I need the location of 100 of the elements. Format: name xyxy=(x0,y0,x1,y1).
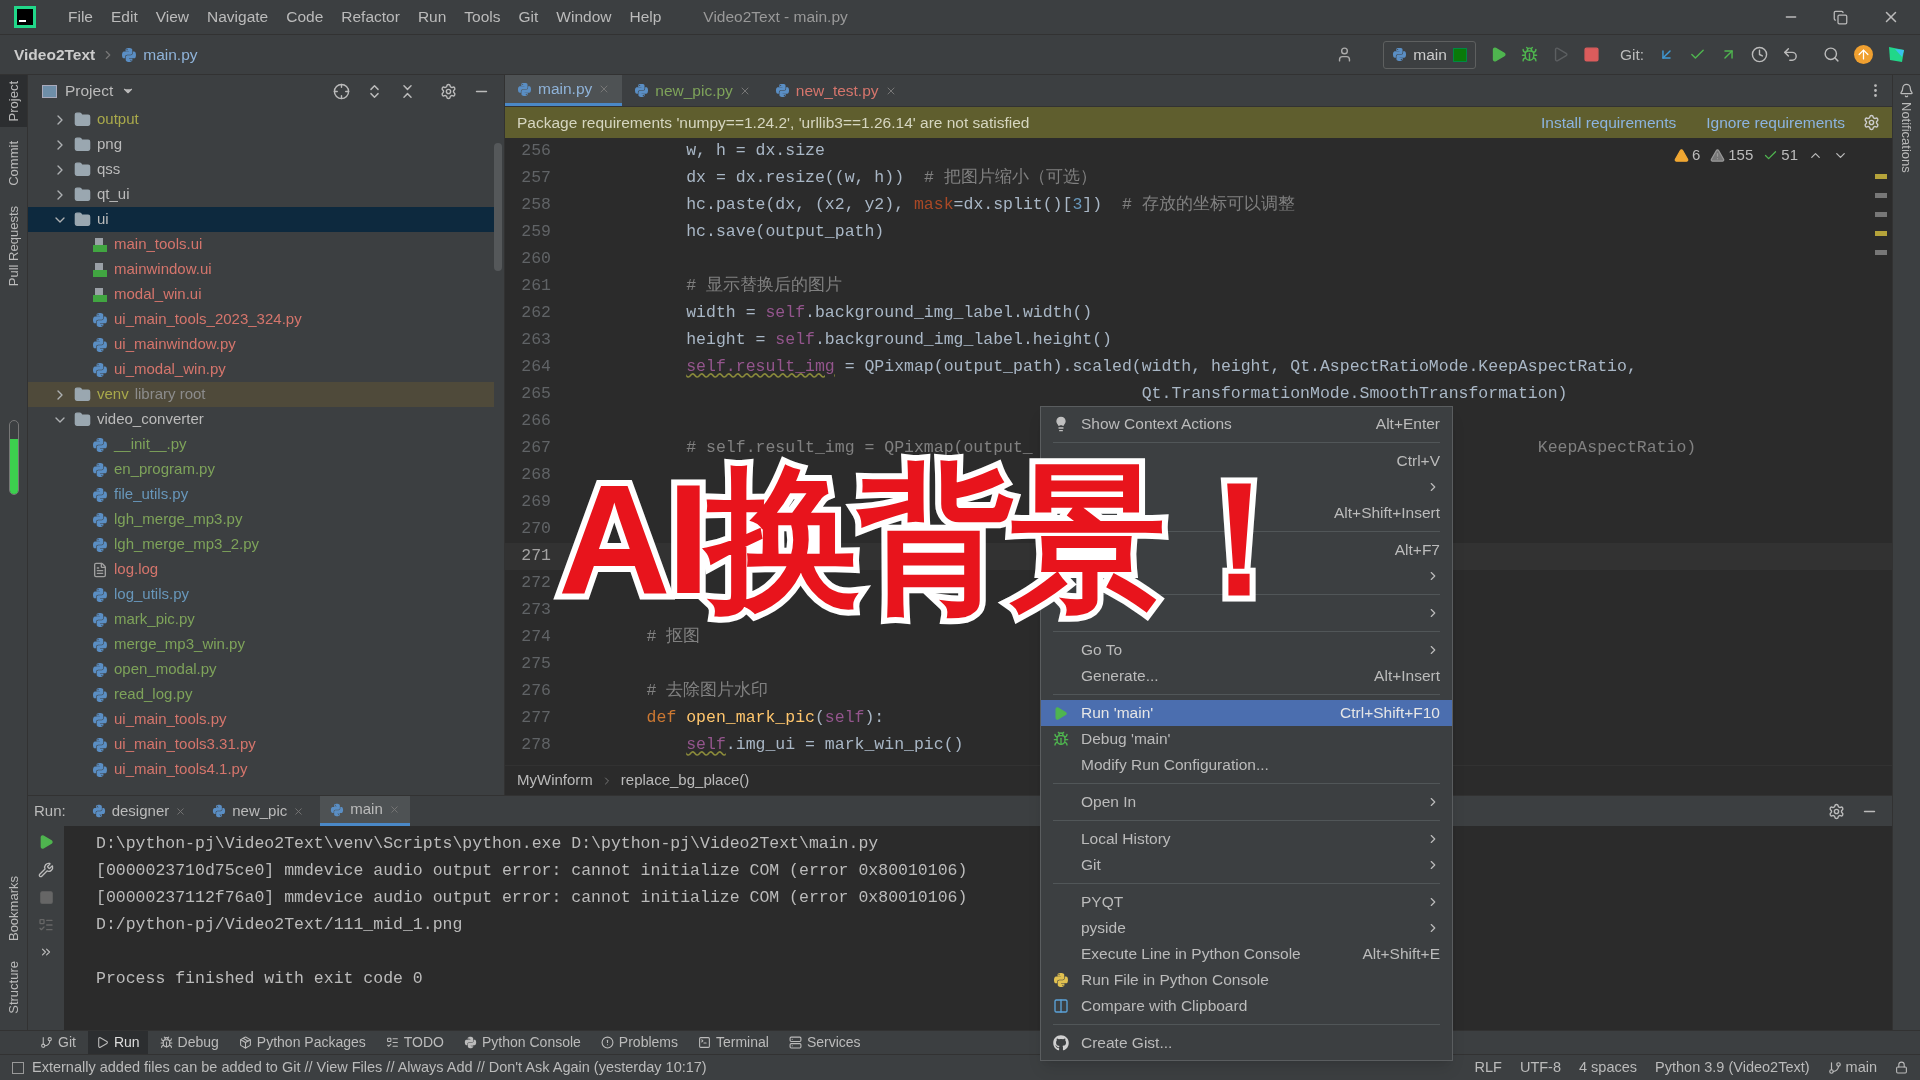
menu-item[interactable]: Navigate xyxy=(199,5,277,29)
undo-icon[interactable] xyxy=(1782,46,1799,63)
menu-item[interactable]: Modify Run Configuration... xyxy=(1041,752,1452,778)
menu-item[interactable]: Execute Line in Python Console Alt+Shift+E xyxy=(1041,941,1452,967)
menu-item[interactable]: Compare with Clipboard xyxy=(1041,993,1452,1019)
status-message[interactable]: Externally added files can be added to Git // View Files // Always Add // Don't Ask Again (yesterday 10:17) xyxy=(32,1056,707,1079)
tool-window-tab[interactable]: Structure xyxy=(0,955,27,1020)
menu-item[interactable]: Open In xyxy=(1041,789,1452,815)
editor-tab[interactable]: main.py xyxy=(505,75,623,106)
square-icon[interactable] xyxy=(12,1061,24,1074)
tree-item[interactable]: video_converter xyxy=(28,407,494,432)
console-session-tab[interactable]: new_pic xyxy=(202,796,315,826)
menu-item[interactable]: View xyxy=(147,5,198,29)
banner-link[interactable]: Install requirements xyxy=(1541,110,1677,135)
inspection-count[interactable]: 155 xyxy=(1728,144,1754,167)
menu-item[interactable]: PYQT xyxy=(1041,889,1452,915)
notifications-tab[interactable]: Notifications xyxy=(1896,102,1917,173)
breadcrumb[interactable]: replace_bg_place() xyxy=(620,769,750,792)
tree-item[interactable]: merge_mp3_win.py xyxy=(28,632,494,657)
menu-item[interactable]: Tools xyxy=(456,5,509,29)
inspection-count[interactable]: 6 xyxy=(1691,144,1701,167)
menu-item[interactable]: Git xyxy=(510,5,547,29)
tree-item[interactable]: log_utils.py xyxy=(28,582,494,607)
console-session-tab[interactable]: main xyxy=(320,796,410,826)
menu-item[interactable]: Ctrl+V xyxy=(1281,448,1452,474)
tool-window-tab[interactable]: Terminal xyxy=(690,1031,777,1054)
tree-item[interactable]: venv library root xyxy=(28,382,494,407)
tool-window-tab[interactable]: TODO xyxy=(377,1031,452,1054)
tool-window-tab[interactable]: Bookmarks xyxy=(0,870,27,948)
menu-item[interactable]: pyside xyxy=(1041,915,1452,941)
menu-item[interactable]: Generate... Alt+Insert xyxy=(1041,663,1452,689)
editor-tab[interactable]: new_test.py xyxy=(762,75,909,106)
tree-item[interactable]: png xyxy=(28,132,494,157)
menu-item[interactable]: Code xyxy=(278,5,332,29)
menu-item[interactable]: Git xyxy=(1041,852,1452,878)
arrow-up-icon[interactable] xyxy=(1854,45,1873,64)
tool-window-tab[interactable]: Python Console xyxy=(456,1031,589,1054)
file-breadcrumb[interactable]: main.py xyxy=(143,42,198,67)
tree-item[interactable]: __init__.py xyxy=(28,432,494,457)
tree-item[interactable]: lgh_merge_mp3.py xyxy=(28,507,494,532)
warning-icon[interactable] xyxy=(1710,147,1726,163)
run-configuration-selector[interactable]: main xyxy=(1383,40,1476,69)
menu-item[interactable]: Create Gist... xyxy=(1041,1030,1452,1056)
restore-icon[interactable] xyxy=(1833,9,1848,25)
project-breadcrumb[interactable]: Video2Text xyxy=(14,42,96,67)
panel-title[interactable]: Project xyxy=(65,79,114,103)
tree-item[interactable]: ui_modal_win.py xyxy=(28,357,494,382)
menu-item[interactable]: Edit xyxy=(103,5,146,29)
menu-item[interactable]: Go To xyxy=(1041,637,1452,663)
tree-item[interactable]: ui_main_tools3.31.py xyxy=(28,732,494,757)
tool-window-tab[interactable]: Commit xyxy=(0,135,27,193)
status-item[interactable]: UTF-8 xyxy=(1519,1056,1561,1079)
tree-item[interactable]: ui_main_tools_2023_324.py xyxy=(28,307,494,332)
tool-window-tab[interactable]: Debug xyxy=(151,1031,227,1054)
double-chevron-icon[interactable] xyxy=(39,945,53,959)
lock-icon[interactable] xyxy=(1895,1061,1908,1074)
banner-link[interactable]: Ignore requirements xyxy=(1706,110,1845,135)
tool-window-tab[interactable]: Python Packages xyxy=(230,1031,374,1054)
tree-item[interactable]: en_program.py xyxy=(28,457,494,482)
wrench-icon[interactable] xyxy=(38,862,54,878)
tool-window-tab[interactable]: Services xyxy=(780,1031,869,1054)
menu-item[interactable]: Run 'main' Ctrl+Shift+F10 xyxy=(1041,700,1452,726)
rerun-icon[interactable] xyxy=(38,834,54,850)
tree-item[interactable]: file_utils.py xyxy=(28,482,494,507)
tree-item[interactable]: qt_ui xyxy=(28,182,494,207)
menu-item[interactable]: Refactor xyxy=(333,5,408,29)
menu-item[interactable]: Alt+Shift+Insert xyxy=(1281,500,1452,526)
tool-window-tab[interactable]: Git xyxy=(32,1031,84,1054)
editor-tab[interactable]: new_pic.py xyxy=(622,75,763,106)
branch-widget[interactable]: main xyxy=(1827,1056,1877,1079)
search-icon[interactable] xyxy=(1823,46,1840,63)
tree-item[interactable]: ui_main_tools4.1.py xyxy=(28,757,494,782)
menu-item[interactable]: Show Context Actions Alt+Enter xyxy=(1041,411,1452,437)
menu-item[interactable]: Debug 'main' xyxy=(1041,726,1452,752)
menu-item[interactable]: Alt+F7 xyxy=(1281,537,1452,563)
inspection-count[interactable]: 51 xyxy=(1781,144,1798,167)
tree-item[interactable]: modal_win.ui xyxy=(28,282,494,307)
settings-icon[interactable] xyxy=(1828,802,1845,820)
tree-item[interactable]: output xyxy=(28,107,494,132)
menu-item[interactable]: Run xyxy=(409,5,455,29)
tree-item[interactable]: log.log xyxy=(28,557,494,582)
debug-icon[interactable] xyxy=(1520,46,1538,63)
tool-window-tab[interactable]: Pull Requests xyxy=(0,200,27,293)
console-session-tab[interactable]: designer xyxy=(81,796,197,826)
settings-icon[interactable] xyxy=(1863,114,1880,131)
status-item[interactable]: 4 spaces xyxy=(1579,1056,1638,1079)
tool-window-tab[interactable]: Problems xyxy=(592,1031,686,1054)
menu-item[interactable]: Run File in Python Console xyxy=(1041,967,1452,993)
menu-item[interactable]: Window xyxy=(548,5,620,29)
tree-item[interactable]: main_tools.ui xyxy=(28,232,494,257)
menu-item[interactable]: File xyxy=(60,5,101,29)
breadcrumb[interactable]: MyWinform xyxy=(517,769,593,792)
menu-item[interactable]: Help xyxy=(621,5,670,29)
tool-window-tab[interactable]: Project xyxy=(0,75,27,128)
stop-icon[interactable] xyxy=(1582,46,1600,63)
crosshair-icon[interactable] xyxy=(333,82,350,100)
settings-icon[interactable] xyxy=(440,82,457,100)
warning-icon[interactable] xyxy=(1673,147,1689,163)
status-item[interactable]: Python 3.9 (Video2Text) xyxy=(1655,1056,1810,1079)
tree-item[interactable]: open_modal.py xyxy=(28,657,494,682)
